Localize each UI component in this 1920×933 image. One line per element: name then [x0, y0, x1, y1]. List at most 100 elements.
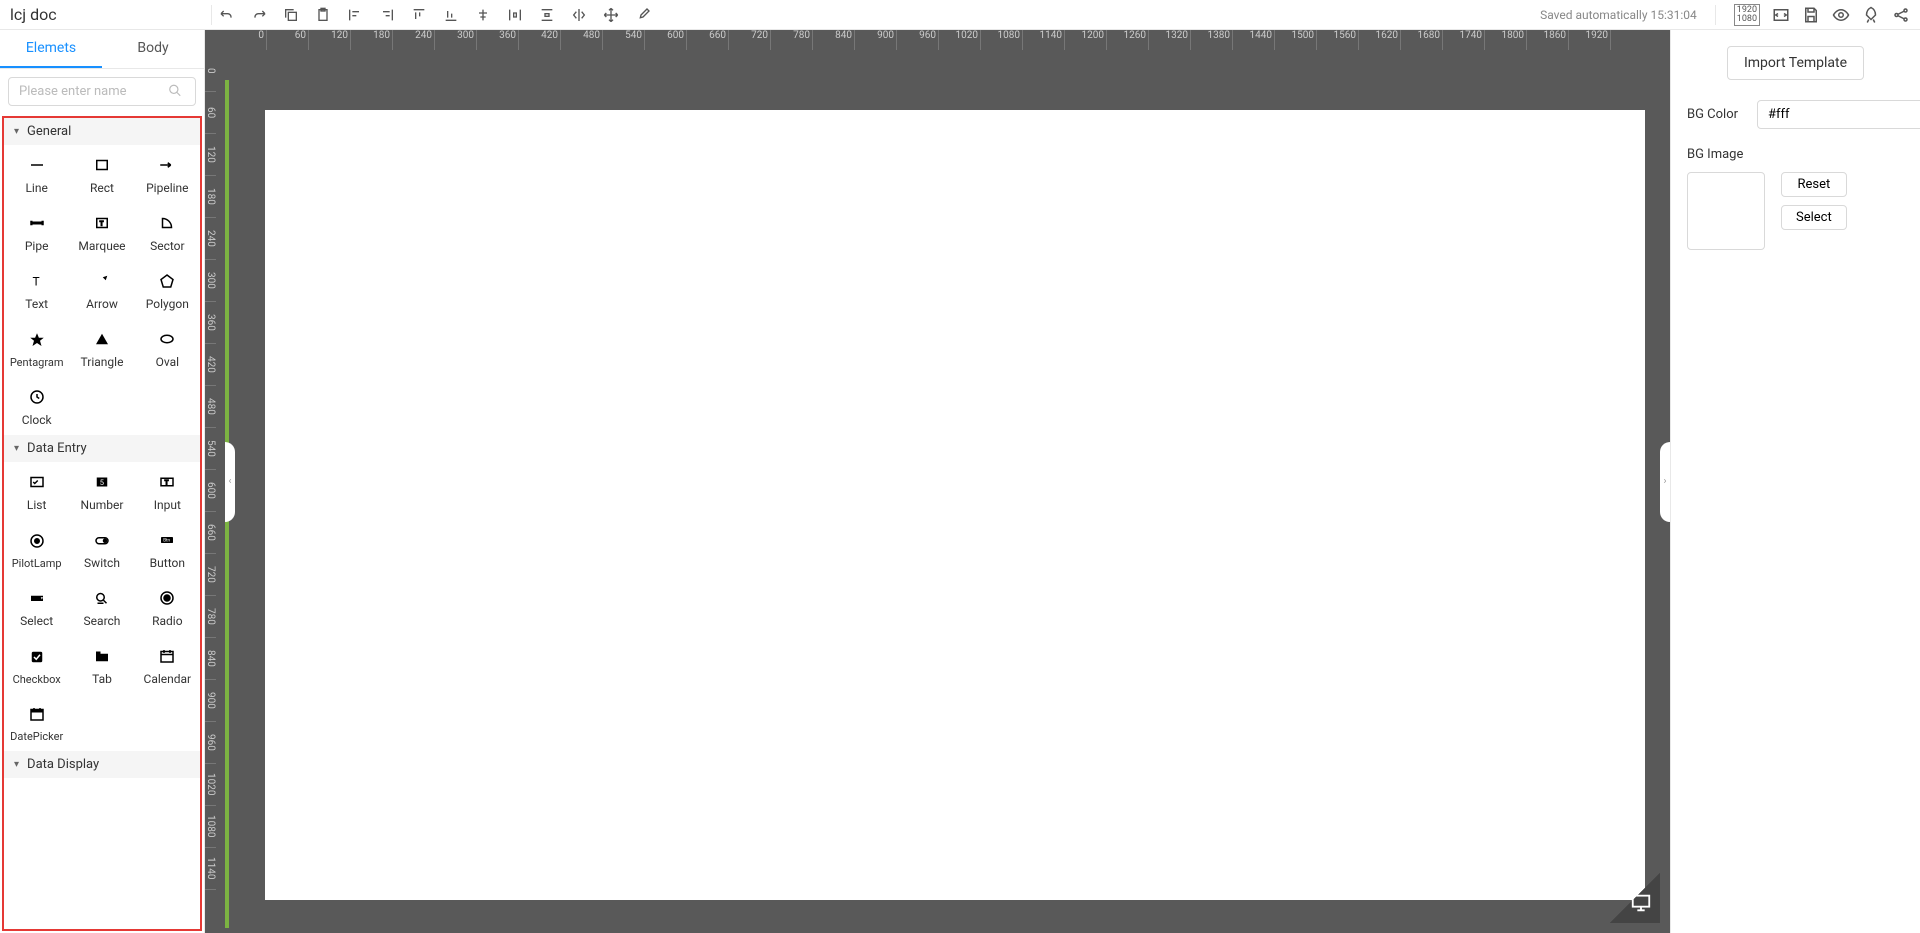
element-number[interactable]: 5Number [69, 462, 134, 520]
element-clock[interactable]: Clock [4, 377, 69, 435]
element-sector[interactable]: Sector [135, 203, 200, 261]
element-select[interactable]: Select [4, 578, 69, 636]
monitor-icon [1630, 892, 1652, 918]
triangle-icon [92, 329, 112, 349]
line-icon [27, 155, 47, 175]
chevron-down-icon: ▾ [14, 126, 19, 137]
eye-icon [1832, 6, 1850, 24]
distribute-v-button[interactable] [538, 6, 556, 24]
tab-body[interactable]: Body [102, 30, 204, 68]
element-calendar[interactable]: Calendar [135, 636, 200, 694]
ruler-corner [205, 30, 225, 50]
separator [1715, 5, 1716, 25]
reset-button[interactable]: Reset [1781, 172, 1847, 197]
flip-h-button[interactable] [570, 6, 588, 24]
preview-button[interactable] [1832, 6, 1850, 24]
publish-button[interactable] [1862, 6, 1880, 24]
rocket-icon [1862, 6, 1880, 24]
element-oval[interactable]: Oval [135, 319, 200, 377]
data-entry-grid: List 5Number TInput PilotLamp Switch Btn… [4, 462, 200, 751]
element-polygon[interactable]: Polygon [135, 261, 200, 319]
canvas[interactable] [265, 110, 1645, 900]
element-pilotlamp[interactable]: PilotLamp [4, 520, 69, 578]
copy-button[interactable] [282, 6, 300, 24]
share-button[interactable] [1892, 6, 1910, 24]
element-pipeline[interactable]: Pipeline [135, 145, 200, 203]
element-list[interactable]: List [4, 462, 69, 520]
group-title: General [27, 124, 71, 139]
element-pipe[interactable]: Pipe [4, 203, 69, 261]
paste-button[interactable] [314, 6, 332, 24]
bg-color-row: BG Color [1687, 100, 1904, 129]
move-button[interactable] [602, 6, 620, 24]
group-data-display[interactable]: ▾ Data Display [4, 751, 200, 778]
select-button[interactable]: Select [1781, 205, 1847, 230]
group-data-entry[interactable]: ▾ Data Entry [4, 435, 200, 462]
collapse-left-handle[interactable]: ‹ [225, 442, 235, 522]
align-center-h-button[interactable] [474, 6, 492, 24]
polygon-icon [157, 271, 177, 291]
element-arrow[interactable]: Arrow [69, 261, 134, 319]
save-button[interactable] [1802, 6, 1820, 24]
list-icon [27, 472, 47, 492]
fit-screen-button[interactable] [1772, 6, 1790, 24]
search-box [0, 69, 204, 114]
element-marquee[interactable]: TMarquee [69, 203, 134, 261]
element-datepicker[interactable]: DatePicker [4, 694, 69, 751]
align-right-button[interactable] [378, 6, 396, 24]
element-button[interactable]: BtnButton [135, 520, 200, 578]
element-checkbox[interactable]: Checkbox [4, 636, 69, 694]
element-search[interactable]: Search [69, 578, 134, 636]
chevron-down-icon: ▾ [14, 759, 19, 770]
select-icon [27, 588, 47, 608]
element-switch[interactable]: Switch [69, 520, 134, 578]
svg-text:T: T [165, 479, 169, 486]
element-triangle[interactable]: Triangle [69, 319, 134, 377]
general-grid: Line Rect Pipeline Pipe TMarquee Sector … [4, 145, 200, 435]
radio-icon [157, 588, 177, 608]
canvas-area[interactable]: 0601201802403003604204805406006607207808… [205, 30, 1670, 933]
oval-icon [157, 329, 177, 349]
doc-title: lcj doc [10, 5, 205, 24]
element-pentagram[interactable]: Pentagram [4, 319, 69, 377]
group-general[interactable]: ▾ General [4, 118, 200, 145]
element-text[interactable]: TText [4, 261, 69, 319]
move-icon [603, 7, 619, 23]
redo-icon [251, 7, 267, 23]
undo-icon [219, 7, 235, 23]
redo-button[interactable] [250, 6, 268, 24]
align-top-button[interactable] [410, 6, 428, 24]
brush-button[interactable] [634, 6, 652, 24]
bg-color-input[interactable] [1757, 100, 1920, 129]
align-bottom-button[interactable] [442, 6, 460, 24]
element-radio[interactable]: Radio [135, 578, 200, 636]
save-status: Saved automatically 15:31:04 [1540, 8, 1697, 22]
pipeline-icon [157, 155, 177, 175]
element-rect[interactable]: Rect [69, 145, 134, 203]
bg-image-preview [1687, 172, 1765, 250]
undo-button[interactable] [218, 6, 236, 24]
clock-icon [27, 387, 47, 407]
rect-icon [92, 155, 112, 175]
search-icon [168, 82, 182, 101]
align-bottom-icon [443, 7, 459, 23]
number-icon: 5 [92, 472, 112, 492]
group-title: Data Display [27, 757, 99, 772]
dimension-badge[interactable]: 19201080 [1734, 4, 1760, 26]
distribute-h-button[interactable] [506, 6, 524, 24]
chevron-down-icon: ▾ [14, 443, 19, 454]
tab-elements[interactable]: Elemets [0, 30, 102, 68]
element-input[interactable]: TInput [135, 462, 200, 520]
align-center-h-icon [475, 7, 491, 23]
fit-icon [1772, 6, 1790, 24]
toolbar-buttons [218, 6, 652, 24]
collapse-right-handle[interactable]: › [1660, 442, 1670, 522]
align-left-button[interactable] [346, 6, 364, 24]
import-template-button[interactable]: Import Template [1727, 46, 1864, 80]
tab-icon [92, 646, 112, 666]
flip-h-icon [571, 7, 587, 23]
svg-text:5: 5 [100, 478, 104, 487]
element-line[interactable]: Line [4, 145, 69, 203]
ruler-vertical: 0601201802403003604204805406006607207808… [205, 50, 225, 933]
element-tab[interactable]: Tab [69, 636, 134, 694]
